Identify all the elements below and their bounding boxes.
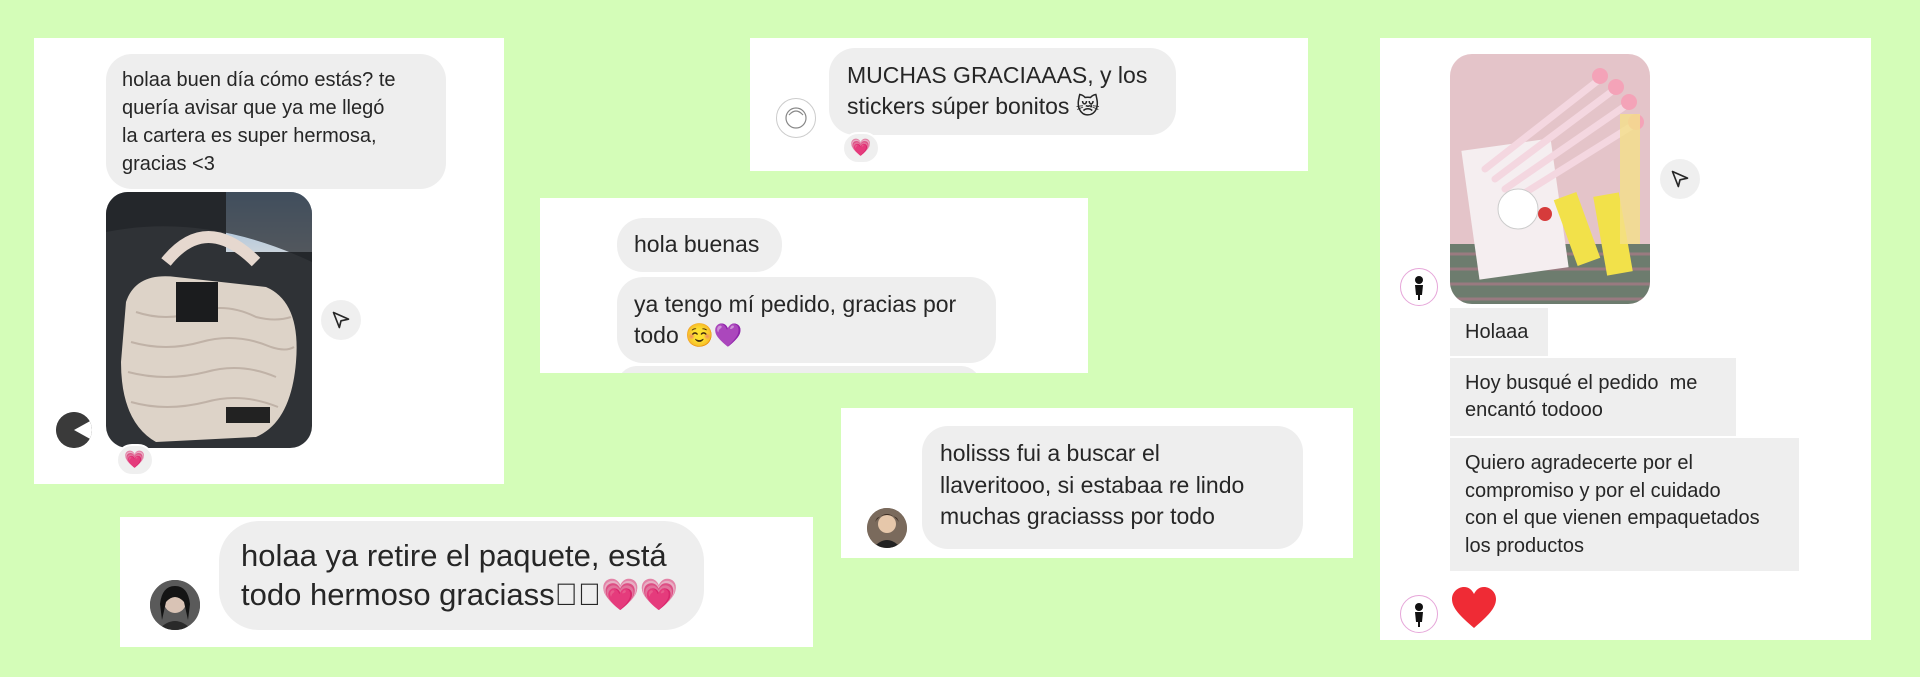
avatar[interactable] [1400,595,1438,633]
message-bubble: Quiero agradecerte por el compromiso y p… [1450,438,1799,571]
chat-card-stationery: Holaaa Hoy busqué el pedido me encantó t… [1380,38,1871,640]
share-button[interactable] [321,300,361,340]
person-avatar-icon [150,580,200,630]
message-bubble: MUCHAS GRACIAAAS, y los stickers súper b… [829,48,1176,135]
message-bubble: Hoy busqué el pedido me encantó todooo [1450,358,1736,436]
avatar[interactable] [56,412,92,448]
avatar[interactable] [867,508,907,548]
chat-card-pedido: hola buenas ya tengo mí pedido, gracias … [540,198,1088,373]
chat-card-bag: holaa buen día cómo estás? te quería avi… [34,38,504,484]
paper-plane-icon [1671,170,1689,188]
chat-card-paquete: holaa ya retire el paquete, está todo he… [120,517,813,647]
reaction-badge[interactable]: 💗 [116,444,154,476]
stationery-photo[interactable] [1450,54,1650,304]
heart-reaction-icon[interactable] [1450,586,1498,630]
pacman-avatar-icon [56,412,92,448]
person-silhouette-icon [1415,603,1423,627]
message-bubble: holaa ya retire el paquete, está todo he… [219,521,704,630]
share-button[interactable] [1660,159,1700,199]
message-bubble: hola buenas [617,218,782,272]
avatar[interactable] [776,98,816,138]
reaction-badge[interactable]: 💗 [842,132,880,164]
avatar[interactable] [150,580,200,630]
chat-card-stickers: MUCHAS GRACIAAAS, y los stickers súper b… [750,38,1308,171]
paper-plane-icon [332,311,350,329]
chat-card-llavero: holisss fui a buscar el llaveritooo, si … [841,408,1353,558]
avatar[interactable] [1400,268,1438,306]
heart-reaction-icon: 💗 [850,138,872,157]
bag-photo[interactable] [106,192,312,448]
person-silhouette-icon [1415,276,1423,300]
sketch-avatar-icon [785,107,807,129]
message-bubble: ya tengo mí pedido, gracias por todo ☺️💜 [617,277,996,363]
person-avatar-icon [867,508,907,548]
heart-reaction-icon: 💗 [124,450,146,469]
message-bubble: Holaaa [1450,308,1548,356]
message-bubble: holisss fui a buscar el llaveritooo, si … [922,426,1303,549]
message-bubble-partial [617,366,981,373]
message-bubble: holaa buen día cómo estás? te quería avi… [106,54,446,189]
